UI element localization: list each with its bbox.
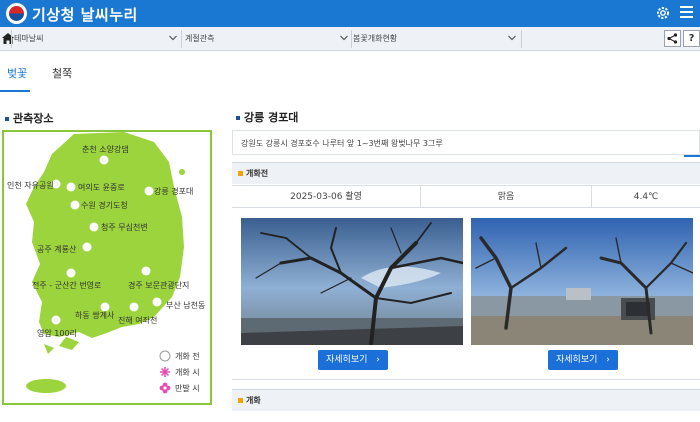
legend-before-icon (159, 350, 171, 362)
chevron-right-icon: › (376, 355, 380, 365)
tab-azalea[interactable]: 철쭉 (52, 65, 72, 81)
temperature: 4.4℃ (633, 192, 659, 202)
app-title[interactable]: 기상청 날씨누리 (32, 4, 138, 25)
divider (521, 30, 522, 48)
share-icon (667, 33, 678, 44)
divider (11, 30, 12, 48)
station-label[interactable]: 공주 계룡산 (37, 244, 76, 255)
section-title-stations: 관측장소 (5, 110, 53, 126)
station-label[interactable]: 강릉 경포대 (154, 186, 193, 197)
station-label[interactable]: 인천 자유공원 (7, 180, 54, 191)
station-label[interactable]: 하동 쌍계사 (75, 310, 114, 321)
station-marker-icon[interactable] (141, 266, 151, 276)
chevron-down-icon (169, 35, 177, 41)
station-label[interactable]: 부산 남천동 (166, 300, 205, 311)
breadcrumb-label: 테마날씨 (14, 34, 44, 43)
detail-button-label: 자세히보기 (556, 355, 598, 365)
observation-info-row: 2025-03-06 촬영 맑음 4.4℃ (232, 185, 700, 208)
station-marker-icon[interactable] (66, 268, 76, 278)
station-marker-icon[interactable] (99, 155, 109, 165)
divider (181, 30, 182, 48)
breadcrumb-select-theme[interactable]: 테마날씨 (14, 27, 179, 51)
home-icon[interactable] (2, 33, 14, 44)
legend-bloom-label: 개화 시 (175, 368, 200, 377)
korea-map-shape (26, 132, 185, 393)
section-before-bloom: 개화전 (232, 162, 700, 184)
station-label[interactable]: 전주 - 군산간 번영로 (32, 280, 101, 291)
top-bar: 기상청 날씨누리 (0, 0, 700, 27)
legend-full-bloom-label: 만발 시 (175, 384, 200, 393)
station-map: 춘천 소양강댐 인천 자유공원 여의도 윤중로 강릉 경포대 수원 경기도청 청… (2, 130, 212, 405)
station-marker-icon[interactable] (51, 315, 61, 325)
tree-photo-image (471, 218, 693, 345)
chevron-down-icon (340, 35, 348, 41)
station-label[interactable]: 영암 100리 (37, 328, 77, 339)
breadcrumb: 테마날씨 계절관측 봄꽃개화현황 ? (0, 27, 700, 51)
help-button[interactable]: ? (683, 30, 700, 47)
hamburger-menu-icon[interactable] (680, 6, 693, 19)
section-bloom: 개화 (232, 389, 700, 411)
station-label[interactable]: 진해 여좌천 (118, 315, 157, 326)
share-button[interactable] (664, 30, 681, 47)
station-title: 강릉 경포대 (236, 109, 298, 125)
detail-view-button-2[interactable]: 자세히보기 › (548, 350, 618, 370)
station-marker-icon[interactable] (70, 200, 80, 210)
station-label[interactable]: 여의도 윤중로 (78, 182, 125, 193)
breadcrumb-select-bloom[interactable]: 봄꽃개화현황 (353, 27, 518, 51)
divider (351, 30, 352, 48)
station-label[interactable]: 춘천 소양강댐 (82, 144, 129, 155)
cherry-tree-photo-1[interactable] (241, 218, 463, 345)
cherry-tree-photo-2[interactable] (471, 218, 693, 345)
station-label[interactable]: 경주 보문관광단지 (128, 280, 189, 291)
station-marker-icon[interactable] (89, 222, 99, 232)
breadcrumb-label: 계절관측 (185, 34, 215, 43)
kma-logo-icon[interactable] (6, 3, 27, 24)
active-tab-indicator (0, 90, 30, 92)
tab-cherry-blossom[interactable]: 벚꽃 (7, 65, 27, 81)
address-indicator (684, 155, 700, 157)
detail-button-label: 자세히보기 (326, 355, 368, 365)
station-marker-icon[interactable] (144, 186, 154, 196)
chevron-right-icon: › (606, 355, 610, 365)
breadcrumb-label: 봄꽃개화현황 (353, 34, 398, 43)
detail-view-button-1[interactable]: 자세히보기 › (318, 350, 388, 370)
chevron-down-icon (508, 35, 516, 41)
photo-area: 자세히보기 › 자세히보기 › (232, 208, 700, 380)
legend-full-bloom-icon (159, 382, 171, 394)
tree-photo-image (241, 218, 463, 345)
gear-icon[interactable] (655, 5, 671, 21)
legend-bloom-icon (160, 367, 170, 377)
legend-before-label: 개화 전 (175, 352, 200, 361)
station-marker-icon[interactable] (129, 302, 139, 312)
station-marker-icon[interactable] (66, 182, 76, 192)
station-address: 강원도 강릉시 경포호수 나루터 앞 1~3번째 왕벚나무 3그루 (232, 130, 700, 155)
station-label[interactable]: 청주 무심천변 (101, 222, 148, 233)
tab-bar: 벚꽃 철쭉 (0, 51, 700, 95)
station-label[interactable]: 수원 경기도청 (81, 200, 128, 211)
station-marker-icon[interactable] (152, 297, 162, 307)
photo-date: 2025-03-06 촬영 (290, 192, 362, 202)
weather: 맑음 (497, 192, 515, 202)
station-marker-icon[interactable] (82, 242, 92, 252)
breadcrumb-select-season[interactable]: 계절관측 (185, 27, 350, 51)
